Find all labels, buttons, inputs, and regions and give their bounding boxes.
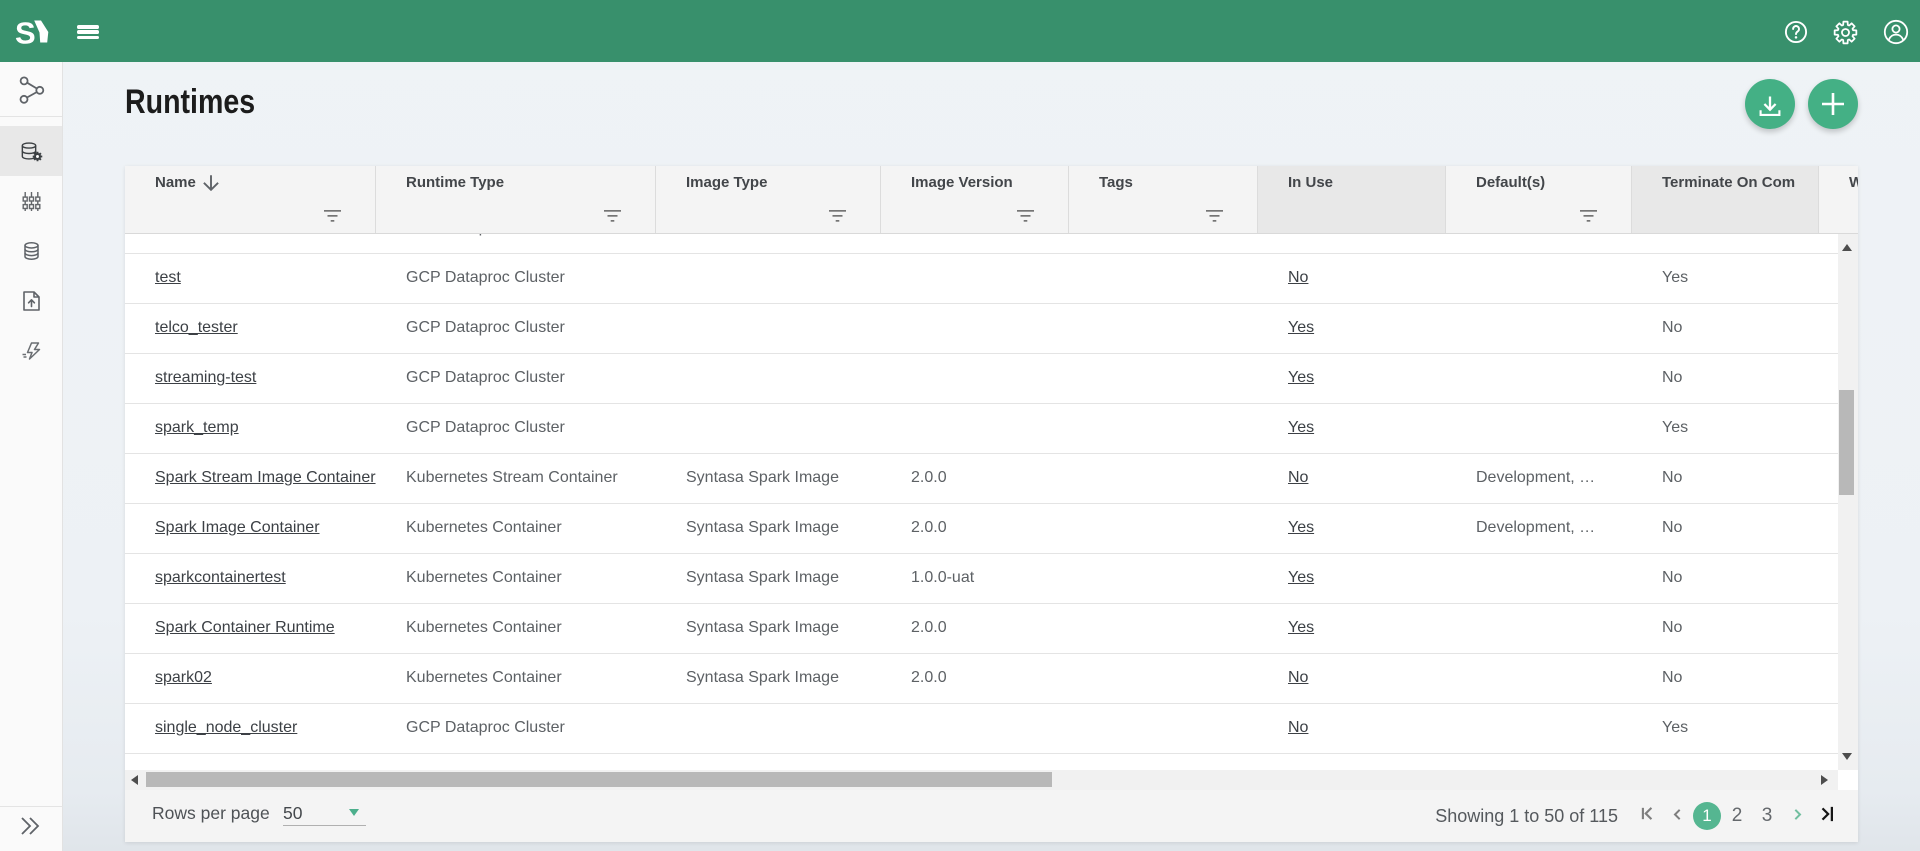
svg-text:S: S <box>15 16 36 50</box>
